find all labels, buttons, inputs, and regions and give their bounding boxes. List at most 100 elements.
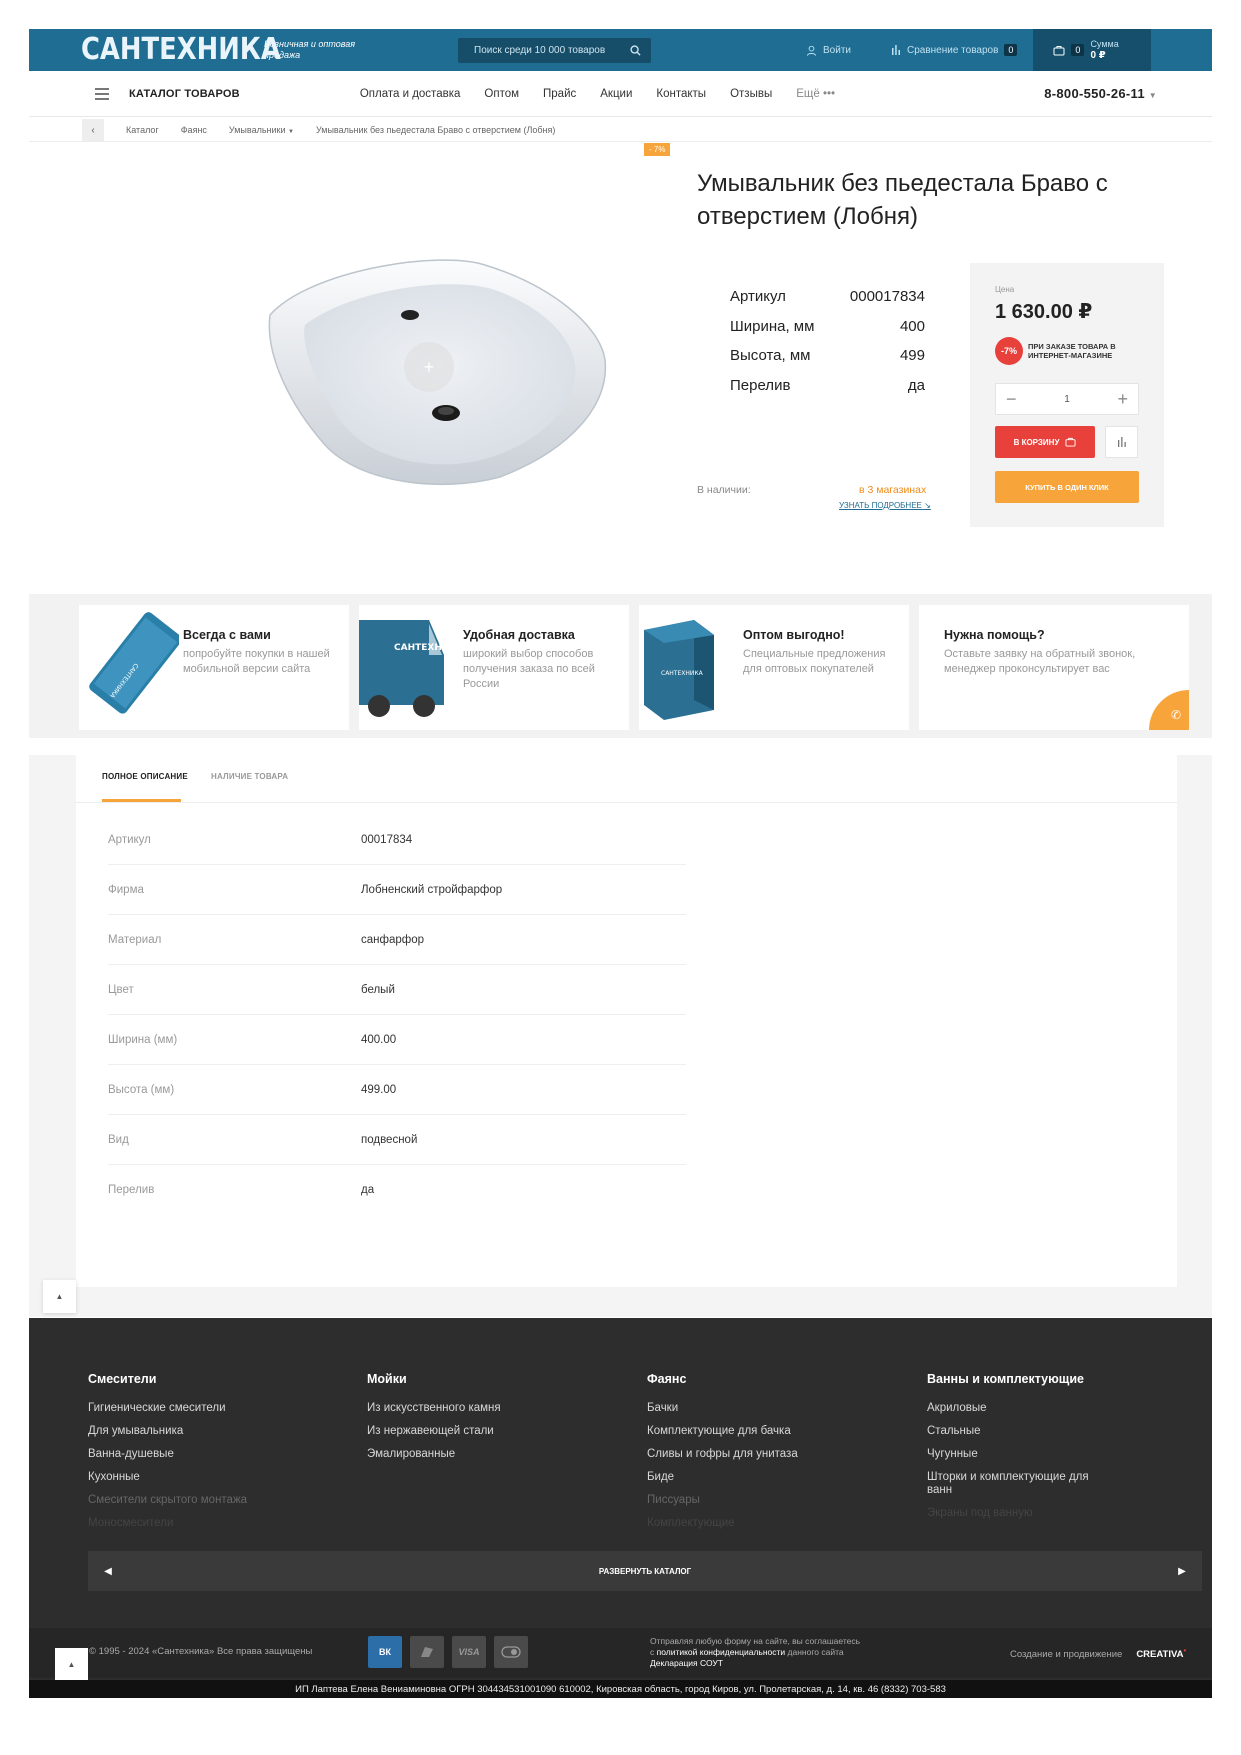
nav-item-promo[interactable]: Акции <box>600 88 632 100</box>
tabs-divider <box>76 802 1177 803</box>
catalog-link[interactable]: КАТАЛОГ ТОВАРОВ <box>129 88 240 100</box>
legal-line-1: Отправляя любую форму на сайте, вы согла… <box>650 1636 861 1646</box>
footer-col-baths: Ванны и комплектующие Акриловые Стальные… <box>927 1372 1177 1530</box>
footer-link[interactable]: Моносмесители <box>88 1517 338 1530</box>
site-logo[interactable]: САНТЕХНИКА <box>81 35 281 65</box>
footer-link[interactable]: Писсуары <box>647 1494 897 1507</box>
more-info-link[interactable]: УЗНАТЬ ПОДРОБНЕЕ ↘ <box>839 501 931 510</box>
spec-value: 499.00 <box>361 1083 397 1096</box>
scroll-up-button[interactable]: ▲ <box>55 1648 88 1681</box>
zoom-icon[interactable]: + <box>404 342 454 392</box>
visa-icon: VISA <box>452 1636 486 1668</box>
svg-text:САНТЕХНИКА: САНТЕХНИКА <box>394 643 459 653</box>
footer-col-heading[interactable]: Мойки <box>367 1372 617 1386</box>
compare-label: Сравнение товаров <box>906 44 999 56</box>
cart-icon <box>1065 437 1076 447</box>
breadcrumb-sinks[interactable]: Умывальники ▼ <box>229 125 294 135</box>
menu-icon[interactable] <box>95 87 109 100</box>
instock-value[interactable]: в 3 магазинах <box>859 484 926 496</box>
login-link[interactable]: Войти <box>806 45 851 56</box>
feature-card-mobile[interactable]: САНТЕХНИКА Всегда с вами попробуйте поку… <box>79 605 349 730</box>
chevron-left-icon[interactable]: ◀ <box>88 1566 128 1577</box>
phone-call-icon[interactable]: ✆ <box>1149 690 1189 730</box>
expand-catalog-button[interactable]: РАЗВЕРНУТЬ КАТАЛОГ <box>599 1567 691 1576</box>
quantity-stepper[interactable]: − 1 + <box>995 383 1139 415</box>
instock-label: В наличии: <box>697 484 751 496</box>
quantity-value[interactable]: 1 <box>1064 394 1070 405</box>
breadcrumb-fayans[interactable]: Фаянс <box>181 125 207 135</box>
footer-col-heading[interactable]: Ванны и комплектующие <box>927 1372 1177 1386</box>
scroll-up-button[interactable]: ▲ <box>43 1280 76 1313</box>
feature-title: Удобная доставка <box>463 628 575 642</box>
nav-item-wholesale[interactable]: Оптом <box>484 88 519 100</box>
nav-item-contacts[interactable]: Контакты <box>656 88 706 100</box>
minus-icon[interactable]: − <box>1006 389 1017 410</box>
add-to-cart-label: В КОРЗИНУ <box>1013 437 1060 447</box>
footer-link[interactable]: Гигиенические смесители <box>88 1402 338 1415</box>
feature-card-delivery[interactable]: САНТЕХНИКА Удобная доставка широкий выбо… <box>359 605 629 730</box>
compare-icon <box>891 45 900 55</box>
footer-link[interactable]: Биде <box>647 1471 897 1484</box>
privacy-policy-link[interactable]: политикой конфиденциальности <box>657 1647 786 1657</box>
tab-full-description[interactable]: ПОЛНОЕ ОПИСАНИЕ <box>102 772 188 781</box>
footer-link[interactable]: Смесители скрытого монтажа <box>88 1494 338 1507</box>
prop-key: Высота, мм <box>730 347 811 364</box>
feature-title: Всегда с вами <box>183 628 271 642</box>
spec-key: Фирма <box>108 883 144 896</box>
feature-card-wholesale[interactable]: САНТЕХНИКА Оптом выгодно! Специальные пр… <box>639 605 909 730</box>
cart-button[interactable]: 0 Сумма 0 ₽ <box>1033 29 1152 71</box>
discount-badge: -7% <box>995 337 1023 365</box>
footer-link[interactable]: Шторки и комплектующие для ванн <box>927 1471 1107 1497</box>
footer-link[interactable]: Чугунные <box>927 1448 1177 1461</box>
svg-text:САНТЕХНИКА: САНТЕХНИКА <box>661 670 704 677</box>
spec-row: Перелив да <box>108 1165 686 1215</box>
footer-link[interactable]: Из нержавеющей стали <box>367 1425 617 1438</box>
footer-col-heading[interactable]: Фаянс <box>647 1372 897 1386</box>
one-click-button[interactable]: КУПИТЬ В ОДИН КЛИК <box>995 471 1139 503</box>
cart-sum: Сумма 0 ₽ <box>1090 39 1118 61</box>
search-icon[interactable] <box>630 44 641 56</box>
footer-col-heading[interactable]: Смесители <box>88 1372 338 1386</box>
footer-link[interactable]: Акриловые <box>927 1402 1177 1415</box>
footer-link[interactable]: Комплектующие <box>647 1517 897 1530</box>
tab-availability[interactable]: НАЛИЧИЕ ТОВАРА <box>211 772 288 781</box>
footer-link[interactable]: Для умывальника <box>88 1425 338 1438</box>
footer-link[interactable]: Экраны под ванную <box>927 1507 1177 1520</box>
wallet-icon <box>410 1636 444 1668</box>
nav-menu: Оплата и доставка Оптом Прайс Акции Конт… <box>360 88 835 100</box>
spec-value: Лобненский стройфарфор <box>361 883 503 896</box>
search-input[interactable]: Поиск среди 10 000 товаров <box>458 37 651 63</box>
compare-button[interactable] <box>1105 426 1138 458</box>
footer-link[interactable]: Стальные <box>927 1425 1177 1438</box>
cart-count-badge: 0 <box>1071 44 1085 56</box>
chevron-down-icon: ▼ <box>288 129 294 135</box>
footer-link[interactable]: Ванна-душевые <box>88 1448 338 1461</box>
compare-link[interactable]: Сравнение товаров 0 <box>891 44 1018 56</box>
footer-link[interactable]: Сливы и гофры для унитаза <box>647 1448 897 1461</box>
nav-more[interactable]: Ещё ••• <box>796 88 835 100</box>
breadcrumb-catalog[interactable]: Каталог <box>126 125 159 135</box>
sout-declaration-link[interactable]: Декларация СОУТ <box>650 1658 910 1669</box>
chevron-down-icon[interactable]: ▼ <box>1149 91 1157 100</box>
footer-link[interactable]: Кухонные <box>88 1471 338 1484</box>
footer-link[interactable]: Комплектующие для бачка <box>647 1425 897 1438</box>
spec-value: подвесной <box>361 1133 418 1146</box>
add-to-cart-button[interactable]: В КОРЗИНУ <box>995 426 1095 458</box>
footer-link[interactable]: Из искусственного камня <box>367 1402 617 1415</box>
footer-link[interactable]: Бачки <box>647 1402 897 1415</box>
plus-icon[interactable]: + <box>1117 389 1128 410</box>
chevron-right-icon[interactable]: ▶ <box>1162 1566 1202 1577</box>
developer-logo[interactable]: CREATIVA <box>1136 1649 1183 1660</box>
footer-link[interactable]: Эмалированные <box>367 1448 617 1461</box>
feature-card-help[interactable]: Нужна помощь? Оставьте заявку на обратны… <box>919 605 1189 730</box>
vk-icon[interactable]: ВК <box>368 1636 402 1668</box>
developer-dot: • <box>1183 1646 1187 1655</box>
copyright: © 1995 - 2024 «Сантехника» Все права защ… <box>89 1646 313 1657</box>
phone-number[interactable]: 8-800-550-26-11 ▼ <box>1044 86 1157 101</box>
spec-key: Цвет <box>108 983 134 996</box>
nav-item-payment[interactable]: Оплата и доставка <box>360 88 461 100</box>
spec-key: Материал <box>108 933 162 946</box>
back-arrow-icon[interactable]: ‹ <box>82 119 104 141</box>
nav-item-reviews[interactable]: Отзывы <box>730 88 772 100</box>
nav-item-price[interactable]: Прайс <box>543 88 576 100</box>
